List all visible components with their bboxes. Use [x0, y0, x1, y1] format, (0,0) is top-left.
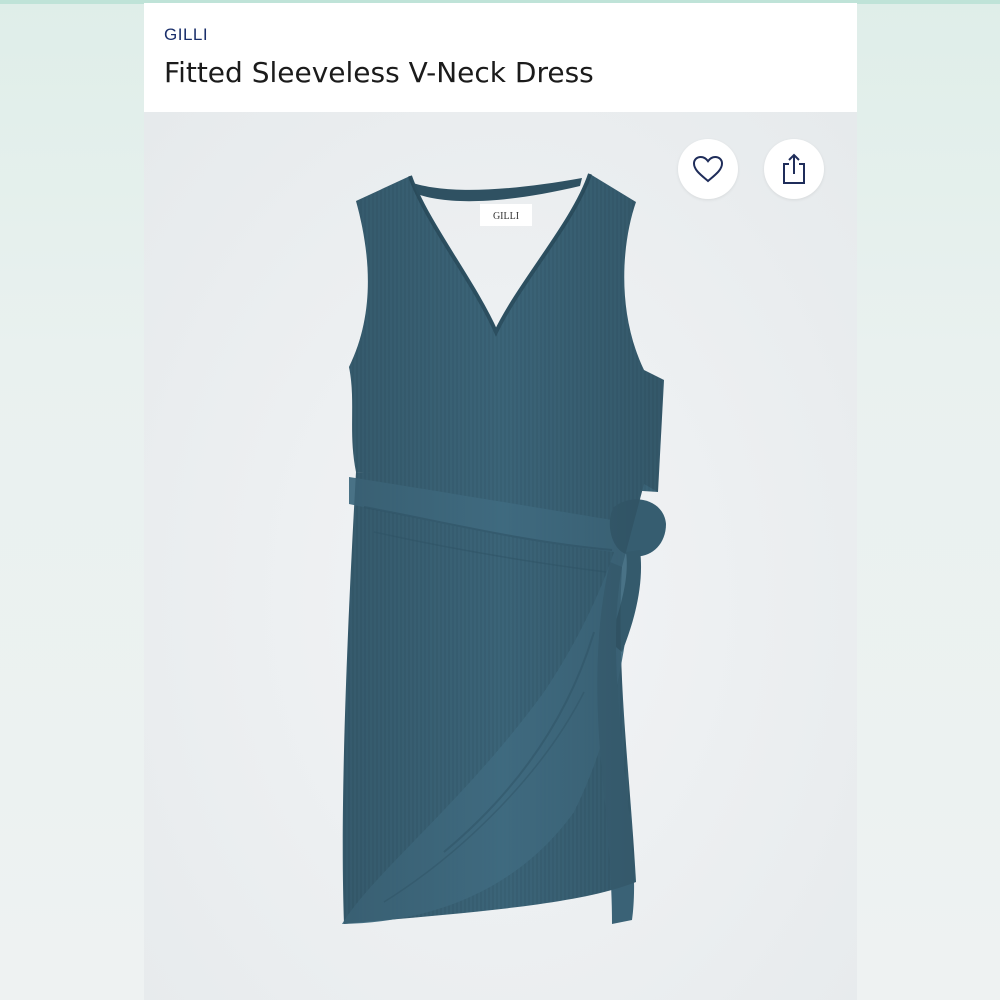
product-image-area[interactable]: GILLI: [144, 112, 857, 1000]
product-image: GILLI: [342, 173, 666, 924]
product-title: Fitted Sleeveless V-Neck Dress: [164, 56, 594, 89]
share-button[interactable]: [764, 139, 824, 199]
product-panel: GILLI Fitted Sleeveless V-Neck Dress GIL…: [144, 0, 857, 1000]
neck-label-text: GILLI: [493, 211, 519, 222]
product-header: GILLI Fitted Sleeveless V-Neck Dress: [144, 0, 857, 112]
heart-icon: [692, 155, 724, 183]
brand-name[interactable]: GILLI: [164, 25, 208, 45]
share-icon: [783, 153, 805, 184]
favorite-button[interactable]: [678, 139, 738, 199]
